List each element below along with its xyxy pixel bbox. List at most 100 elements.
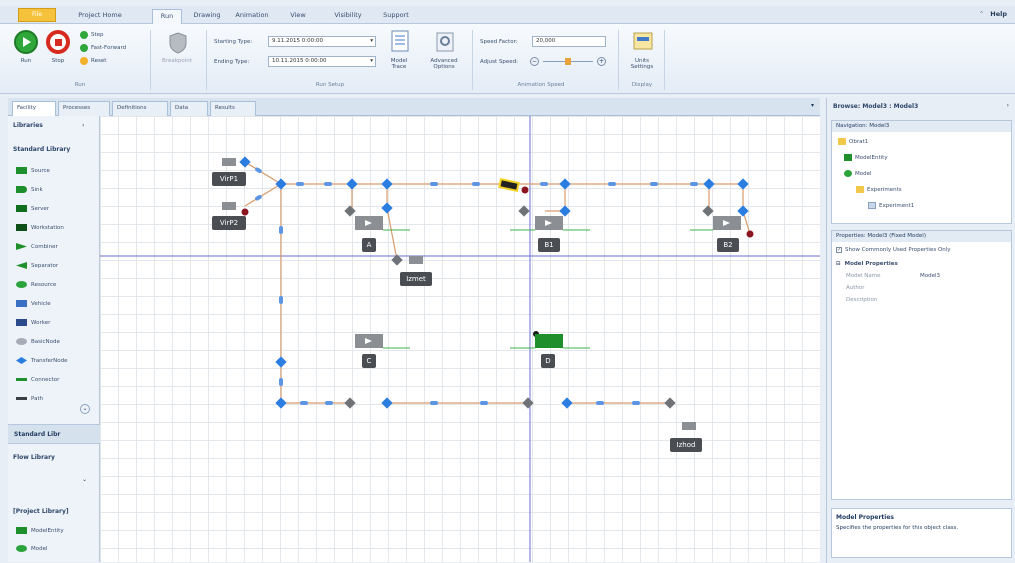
server-d[interactable]: [510, 334, 590, 349]
lib-item-combiner[interactable]: Combiner: [16, 242, 58, 252]
server-label-b1[interactable]: B1: [538, 238, 560, 252]
tab-processes[interactable]: Processes: [58, 101, 110, 116]
stop-button[interactable]: [46, 30, 70, 54]
tab-visibility[interactable]: Visibility: [326, 9, 370, 24]
output-node[interactable]: [746, 230, 754, 238]
minus-icon[interactable]: −: [530, 57, 539, 66]
output-node[interactable]: [521, 186, 529, 194]
sink-label-izhod[interactable]: Izhod: [670, 438, 702, 452]
lib-item-server[interactable]: Server: [16, 204, 49, 214]
transfer-node[interactable]: [381, 202, 393, 214]
server-label-a[interactable]: A: [362, 238, 376, 252]
transfer-node[interactable]: [737, 205, 749, 217]
lib-item-connector[interactable]: Connector: [16, 375, 59, 385]
lib-item-sink[interactable]: Sink: [16, 185, 43, 195]
transfer-node[interactable]: [346, 178, 358, 190]
lib-item-source[interactable]: Source: [16, 166, 50, 176]
lib-item-workstation[interactable]: Workstation: [16, 223, 64, 233]
source-label-virp2[interactable]: VirP2: [212, 216, 246, 230]
chevron-down-icon[interactable]: ⌄: [82, 476, 87, 483]
prop-value-model-name[interactable]: Model3: [920, 271, 940, 282]
path[interactable]: [386, 207, 398, 261]
speed-factor-field[interactable]: 20,000: [532, 36, 606, 47]
transfer-node[interactable]: [275, 397, 287, 409]
nav-item-model[interactable]: Model: [844, 169, 872, 180]
expand-icon[interactable]: ⌄: [80, 404, 90, 414]
collapse-icon[interactable]: ‹: [82, 122, 84, 129]
fast-forward-button[interactable]: Fast-Forward: [80, 43, 126, 53]
facility-model-drawing[interactable]: [100, 116, 820, 562]
basic-node[interactable]: [522, 397, 534, 409]
tab-facility[interactable]: Facility: [12, 101, 56, 116]
tab-run[interactable]: Run: [152, 9, 182, 24]
transfer-node[interactable]: [559, 205, 571, 217]
breakpoint-button[interactable]: [166, 30, 188, 54]
speed-slider[interactable]: − +: [530, 57, 608, 67]
path[interactable]: [280, 184, 350, 404]
basic-node[interactable]: [664, 397, 676, 409]
plus-icon[interactable]: +: [597, 57, 606, 66]
dropdown-icon[interactable]: ▾: [370, 37, 373, 46]
path[interactable]: [244, 183, 282, 207]
dropdown-icon[interactable]: ▾: [370, 57, 373, 66]
transfer-node[interactable]: [737, 178, 749, 190]
tab-project-home[interactable]: Project Home: [68, 9, 132, 24]
run-button[interactable]: [14, 30, 38, 54]
transfer-node[interactable]: [239, 156, 251, 168]
model-trace-button[interactable]: [388, 28, 410, 54]
lib-item-vehicle[interactable]: Vehicle: [16, 299, 51, 309]
show-common-checkbox[interactable]: ✓ Show Commonly Used Properties Only: [836, 245, 951, 256]
lib-item-worker[interactable]: Worker: [16, 318, 50, 328]
facility-canvas[interactable]: VirP1 VirP2 A B1 B2 C D Izmet Izhod: [100, 116, 820, 562]
server-label-c[interactable]: C: [362, 354, 376, 368]
tab-results[interactable]: Results: [210, 101, 256, 116]
advanced-options-button[interactable]: [432, 28, 456, 54]
basic-node[interactable]: [702, 205, 714, 217]
reset-button[interactable]: Reset: [80, 56, 106, 66]
tab-data[interactable]: Data: [170, 101, 208, 116]
collapse-icon[interactable]: ›: [1007, 102, 1009, 109]
starting-type-field[interactable]: 9.11.2015 0:00:00 ▾: [268, 36, 376, 47]
transfer-node[interactable]: [381, 178, 393, 190]
ending-type-field[interactable]: 10.11.2015 0:00:00 ▾: [268, 56, 376, 67]
tab-drawing[interactable]: Drawing: [188, 9, 226, 24]
step-button[interactable]: Step: [80, 30, 104, 40]
file-tab[interactable]: File: [18, 8, 56, 22]
server-b1[interactable]: [510, 216, 590, 231]
output-node[interactable]: [241, 208, 249, 216]
basic-node[interactable]: [344, 205, 356, 217]
tab-definitions[interactable]: Definitions: [112, 101, 168, 116]
nav-item-modelentity[interactable]: ModelEntity: [844, 153, 888, 164]
transfer-node[interactable]: [703, 178, 715, 190]
path[interactable]: [244, 161, 282, 185]
slider-thumb[interactable]: [565, 58, 571, 65]
server-label-b2[interactable]: B2: [717, 238, 739, 252]
transfer-node[interactable]: [275, 178, 287, 190]
nav-item-experiments[interactable]: Experiments: [856, 185, 902, 196]
transfer-node[interactable]: [381, 397, 393, 409]
units-settings-button[interactable]: [630, 28, 654, 54]
lib-item-resource[interactable]: Resource: [16, 280, 56, 290]
flow-library-header[interactable]: Flow Library: [13, 454, 55, 461]
help-menu[interactable]: ⌃ Help: [979, 10, 1007, 18]
server-b2[interactable]: [690, 216, 741, 231]
tab-view[interactable]: View: [286, 9, 310, 24]
lib-item-separator[interactable]: Separator: [16, 261, 58, 271]
server-a[interactable]: [355, 216, 410, 231]
props-category[interactable]: ⊟ Model Properties: [836, 259, 898, 270]
source-label-virp1[interactable]: VirP1: [212, 172, 246, 186]
transfer-node[interactable]: [561, 397, 573, 409]
lib-item-modelentity[interactable]: ModelEntity: [16, 526, 64, 536]
lib-item-path[interactable]: Path: [16, 394, 43, 404]
combiner-label-izmet[interactable]: Izmet: [400, 272, 432, 286]
server-label-d[interactable]: D: [541, 354, 555, 368]
server-c[interactable]: [355, 334, 410, 349]
lib-item-transfernode[interactable]: TransferNode: [16, 356, 67, 366]
tab-animation[interactable]: Animation: [230, 9, 274, 24]
standard-library-tab[interactable]: Standard Libr: [8, 424, 100, 444]
tab-support[interactable]: Support: [378, 9, 414, 24]
basic-node[interactable]: [344, 397, 356, 409]
lib-item-basicnode[interactable]: BasicNode: [16, 337, 60, 347]
transfer-node[interactable]: [559, 178, 571, 190]
transfer-node[interactable]: [275, 356, 287, 368]
